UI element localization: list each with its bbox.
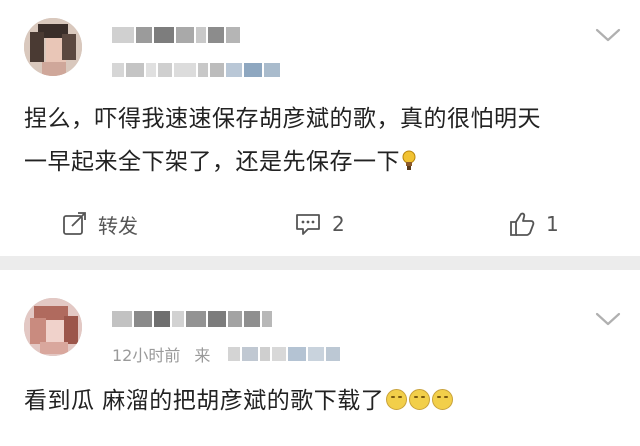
post-meta: 12小时前 来 — [112, 344, 342, 365]
post-meta — [112, 60, 282, 80]
author-name[interactable] — [112, 24, 242, 46]
post-card: 捏么，吓得我速速保存胡彦斌的歌，真的很怕明天 一早起来全下架了，还是先保存一下 … — [0, 0, 640, 256]
avatar[interactable] — [24, 18, 82, 76]
share-label: 转发 — [98, 213, 138, 238]
like-icon — [510, 212, 535, 236]
post-text-line2-content: 一早起来全下架了，还是先保存一下 — [24, 149, 400, 175]
post-source-prefix: 来 — [194, 346, 211, 365]
post-card: 12小时前 来 看到瓜 麻溜的把胡彦斌的歌下载了 — [0, 270, 640, 446]
like-count: 1 — [546, 212, 559, 236]
share-icon — [63, 212, 86, 235]
grin-emoji — [386, 389, 408, 410]
chevron-down-icon[interactable] — [594, 310, 622, 328]
comment-count: 2 — [332, 212, 345, 236]
grin-emoji — [432, 389, 454, 410]
comment-button[interactable]: 2 — [294, 200, 345, 248]
post-time: 12小时前 — [112, 346, 181, 365]
post-text-line2: 一早起来全下架了，还是先保存一下 — [24, 141, 622, 184]
post-text-content: 看到瓜 麻溜的把胡彦斌的歌下载了 — [24, 388, 385, 414]
post-text: 捏么，吓得我速速保存胡彦斌的歌，真的很怕明天 一早起来全下架了，还是先保存一下 — [24, 98, 622, 184]
post-text: 看到瓜 麻溜的把胡彦斌的歌下载了 — [24, 380, 622, 423]
author-name[interactable] — [112, 308, 274, 330]
chevron-down-icon[interactable] — [594, 26, 622, 44]
post-separator — [0, 256, 640, 270]
action-bar: 转发 2 1 — [0, 200, 640, 248]
avatar[interactable] — [24, 298, 82, 356]
grin-emoji — [409, 389, 431, 410]
share-button[interactable]: 转发 — [62, 200, 138, 248]
comment-icon — [296, 214, 320, 235]
post-text-line1: 捏么，吓得我速速保存胡彦斌的歌，真的很怕明天 — [24, 106, 541, 132]
like-button[interactable]: 1 — [508, 200, 559, 248]
bulb-emoji — [402, 150, 416, 170]
